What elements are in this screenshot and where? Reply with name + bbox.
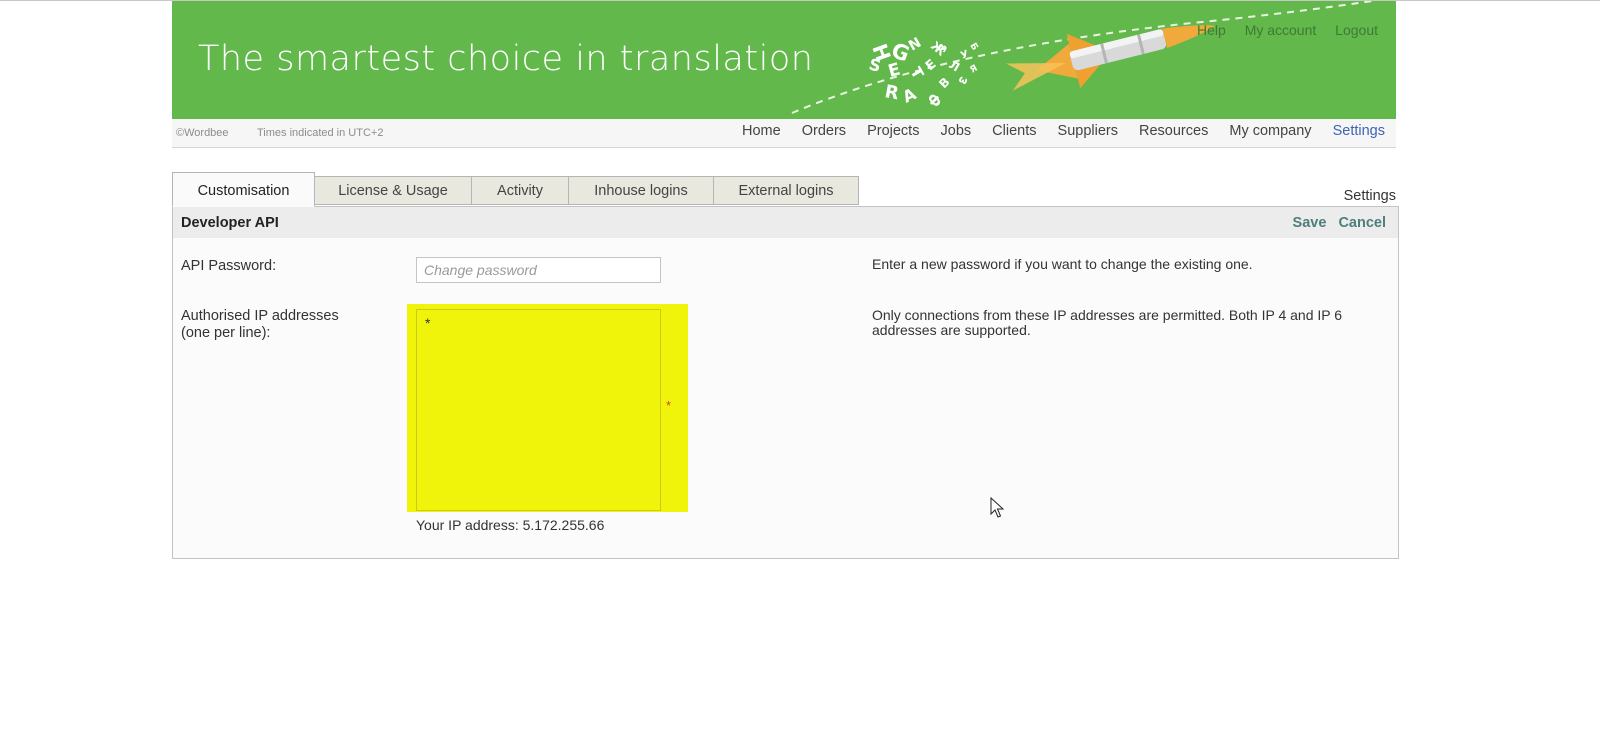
svg-text:Б: Б (967, 42, 979, 53)
copyright: ©Wordbee (176, 127, 229, 139)
logout-link[interactable]: Logout (1335, 22, 1378, 38)
nav-orders[interactable]: Orders (802, 123, 846, 139)
tab-license-usage[interactable]: License & Usage (314, 176, 472, 205)
nav-suppliers[interactable]: Suppliers (1058, 123, 1118, 139)
api-password-hint: Enter a new password if you want to chan… (872, 256, 1253, 272)
tagline: The smartest choice in translation (198, 39, 814, 79)
svg-text:T: T (907, 64, 928, 83)
svg-text:Ф: Ф (923, 91, 944, 112)
panel-actions: Save Cancel (1285, 215, 1386, 231)
developer-api-panel: Developer API Save Cancel API Password: … (172, 206, 1399, 559)
cancel-button[interactable]: Cancel (1338, 215, 1386, 231)
tab-inhouse-logins[interactable]: Inhouse logins (568, 176, 714, 205)
tab-external-logins[interactable]: External logins (713, 176, 859, 205)
rocket-icon: H G N Ж 3 S E T E Л У R A Ф B ω Я Б (791, 1, 1373, 114)
nav-clients[interactable]: Clients (992, 123, 1036, 139)
ip-addresses-label-line1: Authorised IP addresses (181, 308, 339, 324)
svg-text:S: S (867, 55, 883, 76)
nav-my-company[interactable]: My company (1229, 123, 1311, 139)
utility-links: Help My account Logout (1182, 22, 1378, 38)
nav-projects[interactable]: Projects (867, 123, 919, 139)
mouse-pointer-icon (990, 497, 1004, 518)
ip-addresses-highlight: * (407, 304, 688, 512)
your-ip-address: Your IP address: 5.172.255.66 (416, 517, 605, 533)
ip-addresses-label-line2: (one per line): (181, 325, 271, 341)
svg-text:A: A (900, 84, 920, 107)
tab-activity[interactable]: Activity (471, 176, 569, 205)
tab-customisation[interactable]: Customisation (172, 172, 315, 207)
required-marker: * (666, 398, 672, 413)
my-account-link[interactable]: My account (1245, 22, 1317, 38)
main-menu-bar: ©Wordbee Times indicated in UTC+2 Home O… (172, 119, 1396, 148)
svg-text:Л: Л (947, 57, 963, 74)
panel-header: Developer API Save Cancel (173, 207, 1398, 238)
svg-text:У: У (959, 49, 970, 62)
section-label: Settings (1343, 188, 1396, 204)
save-button[interactable]: Save (1293, 215, 1327, 231)
api-password-label: API Password: (181, 258, 277, 274)
ip-addresses-label: Authorised IP addresses (one per line): (181, 308, 339, 342)
nav-home[interactable]: Home (742, 123, 781, 139)
main-nav: Home Orders Projects Jobs Clients Suppli… (725, 123, 1385, 139)
svg-text:Я: Я (969, 63, 980, 75)
nav-settings[interactable]: Settings (1333, 123, 1385, 139)
ip-addresses-hint: Only connections from these IP addresses… (872, 307, 1343, 338)
nav-resources[interactable]: Resources (1139, 123, 1208, 139)
timezone-note: Times indicated in UTC+2 (257, 127, 384, 139)
svg-text:B: B (936, 75, 952, 91)
ip-addresses-textarea[interactable]: * (416, 309, 661, 511)
api-password-input[interactable] (416, 257, 661, 283)
header-banner: The smartest choice in translation H G N… (172, 1, 1396, 119)
help-link[interactable]: Help (1197, 22, 1226, 38)
svg-text:ω: ω (957, 74, 970, 88)
nav-jobs[interactable]: Jobs (941, 123, 972, 139)
panel-title: Developer API (181, 215, 279, 231)
svg-text:R: R (883, 81, 900, 104)
